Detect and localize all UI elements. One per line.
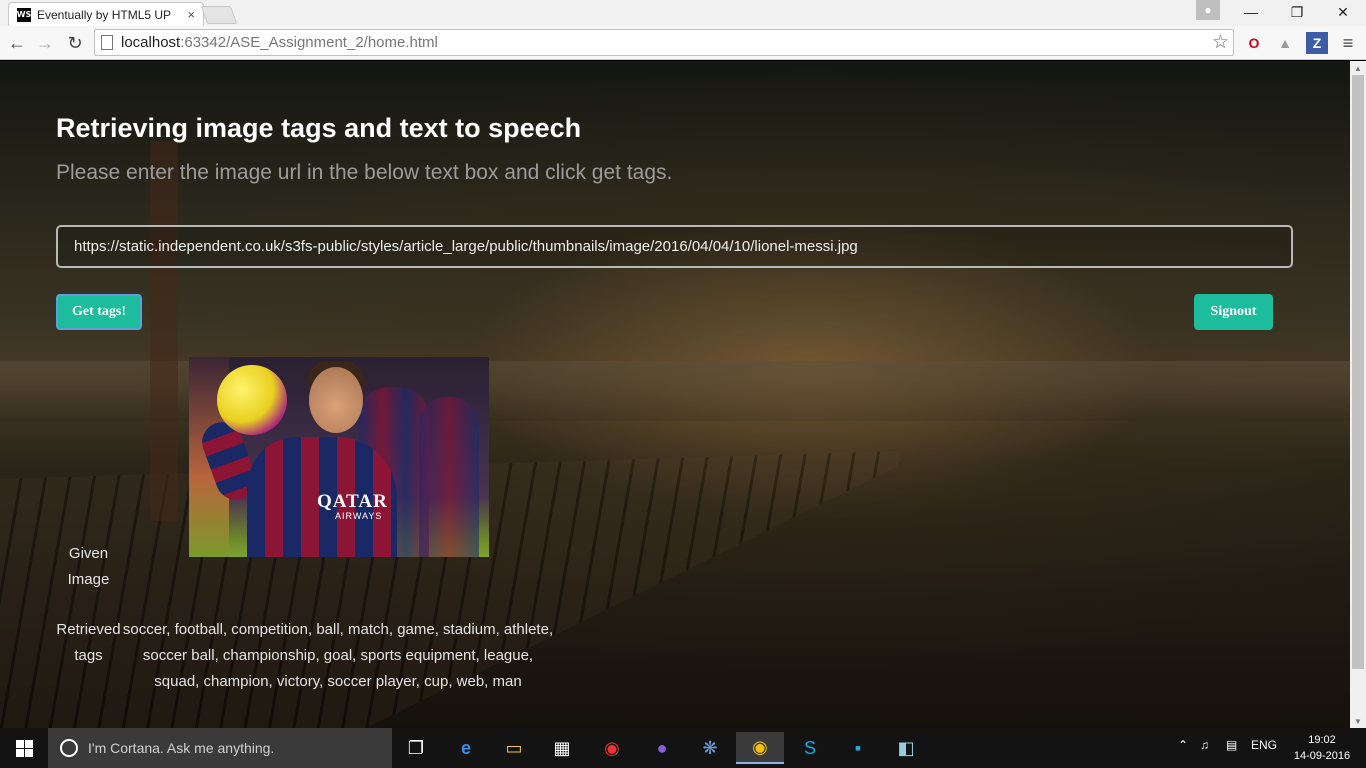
cortana-placeholder: I'm Cortana. Ask me anything.: [88, 740, 275, 756]
clock-date: 14-09-2016: [1293, 750, 1351, 762]
app-blue-icon[interactable]: ❋: [686, 732, 734, 764]
clock-time: 19:02: [1308, 734, 1336, 746]
url-path: :63342/ASE_Assignment_2/home.html: [180, 34, 438, 51]
address-bar[interactable]: localhost:63342/ASE_Assignment_2/home.ht…: [94, 29, 1234, 56]
webstorm-favicon-icon: WS: [17, 7, 31, 22]
reload-icon[interactable]: ↻: [62, 30, 88, 56]
store-icon[interactable]: ▦: [538, 732, 586, 764]
back-arrow-icon[interactable]: ←: [4, 30, 30, 56]
page-heading: Retrieving image tags and text to speech: [56, 113, 582, 143]
browser-titlebar: WS Eventually by HTML5 UP × ● — ❐ ✕: [0, 0, 1366, 26]
cortana-search-box[interactable]: I'm Cortana. Ask me anything.: [48, 728, 392, 768]
page-subheading: Please enter the image url in the below …: [56, 161, 673, 184]
scroll-up-icon[interactable]: ▲: [1350, 61, 1366, 75]
signout-button[interactable]: Signout: [1194, 294, 1273, 330]
action-center-icon[interactable]: ▤: [1226, 738, 1237, 752]
file-explorer-icon[interactable]: ▭: [490, 732, 538, 764]
get-tags-button[interactable]: Get tags!: [56, 294, 142, 330]
retrieved-tags-label: Retrieved tags: [56, 621, 121, 664]
new-tab-button[interactable]: [200, 6, 238, 24]
retrieved-tags-text: soccer, football, competition, ball, mat…: [122, 621, 554, 690]
app-purple-icon[interactable]: ●: [638, 732, 686, 764]
jersey-sponsor-sub: AIRWAYS: [335, 511, 383, 521]
scroll-thumb[interactable]: [1352, 75, 1364, 669]
background-post: [150, 141, 178, 521]
bookmark-star-icon[interactable]: ☆: [1212, 31, 1229, 54]
app-notes-icon[interactable]: ◧: [882, 732, 930, 764]
windows-taskbar: I'm Cortana. Ask me anything. ❐ e ▭ ▦ ◉ …: [0, 728, 1366, 768]
url-host: localhost: [121, 34, 181, 51]
given-image-label: Given Image: [67, 545, 110, 588]
close-window-icon[interactable]: ✕: [1320, 0, 1366, 24]
user-profile-icon[interactable]: ●: [1196, 0, 1220, 20]
edge-icon[interactable]: e: [442, 732, 490, 764]
skype-icon[interactable]: S: [786, 732, 834, 764]
windows-logo-icon: [15, 739, 33, 757]
image-url-input[interactable]: [56, 225, 1293, 268]
browser-toolbar: ← → ↻ localhost:63342/ASE_Assignment_2/h…: [0, 26, 1366, 60]
drive-extension-icon[interactable]: ▲: [1274, 32, 1296, 54]
z-extension-icon[interactable]: Z: [1306, 32, 1328, 54]
jersey-sponsor: QATAR: [317, 491, 388, 512]
page-viewport: Retrieving image tags and text to speech…: [0, 61, 1350, 728]
volume-icon[interactable]: ♫: [1200, 738, 1209, 752]
tab-title: Eventually by HTML5 UP: [37, 7, 172, 22]
tab-close-icon[interactable]: ×: [187, 7, 195, 22]
webstorm-icon[interactable]: ▪: [834, 732, 882, 764]
task-view-icon[interactable]: ❐: [392, 732, 440, 764]
minimize-icon[interactable]: —: [1228, 0, 1274, 24]
start-button[interactable]: [0, 728, 48, 768]
restore-icon[interactable]: ❐: [1274, 0, 1320, 24]
show-hidden-icons-icon[interactable]: ⌃: [1178, 738, 1188, 752]
chrome-icon[interactable]: ◉: [736, 732, 784, 764]
given-image: QATAR AIRWAYS: [189, 357, 489, 557]
chrome-menu-icon[interactable]: ≡: [1337, 32, 1359, 54]
taskbar-clock[interactable]: 19:02 14-09-2016: [1290, 732, 1354, 764]
cortana-icon: [60, 739, 78, 757]
scroll-down-icon[interactable]: ▼: [1350, 714, 1366, 728]
soccer-ball: [217, 365, 287, 435]
language-indicator[interactable]: ENG: [1251, 738, 1277, 752]
app-red-icon[interactable]: ◉: [588, 732, 636, 764]
page-scrollbar[interactable]: ▲ ▼: [1350, 61, 1366, 728]
page-icon: [101, 35, 113, 50]
browser-tab[interactable]: WS Eventually by HTML5 UP ×: [8, 2, 204, 26]
opera-extension-icon[interactable]: O: [1243, 32, 1265, 54]
forward-arrow-icon[interactable]: →: [32, 30, 58, 56]
